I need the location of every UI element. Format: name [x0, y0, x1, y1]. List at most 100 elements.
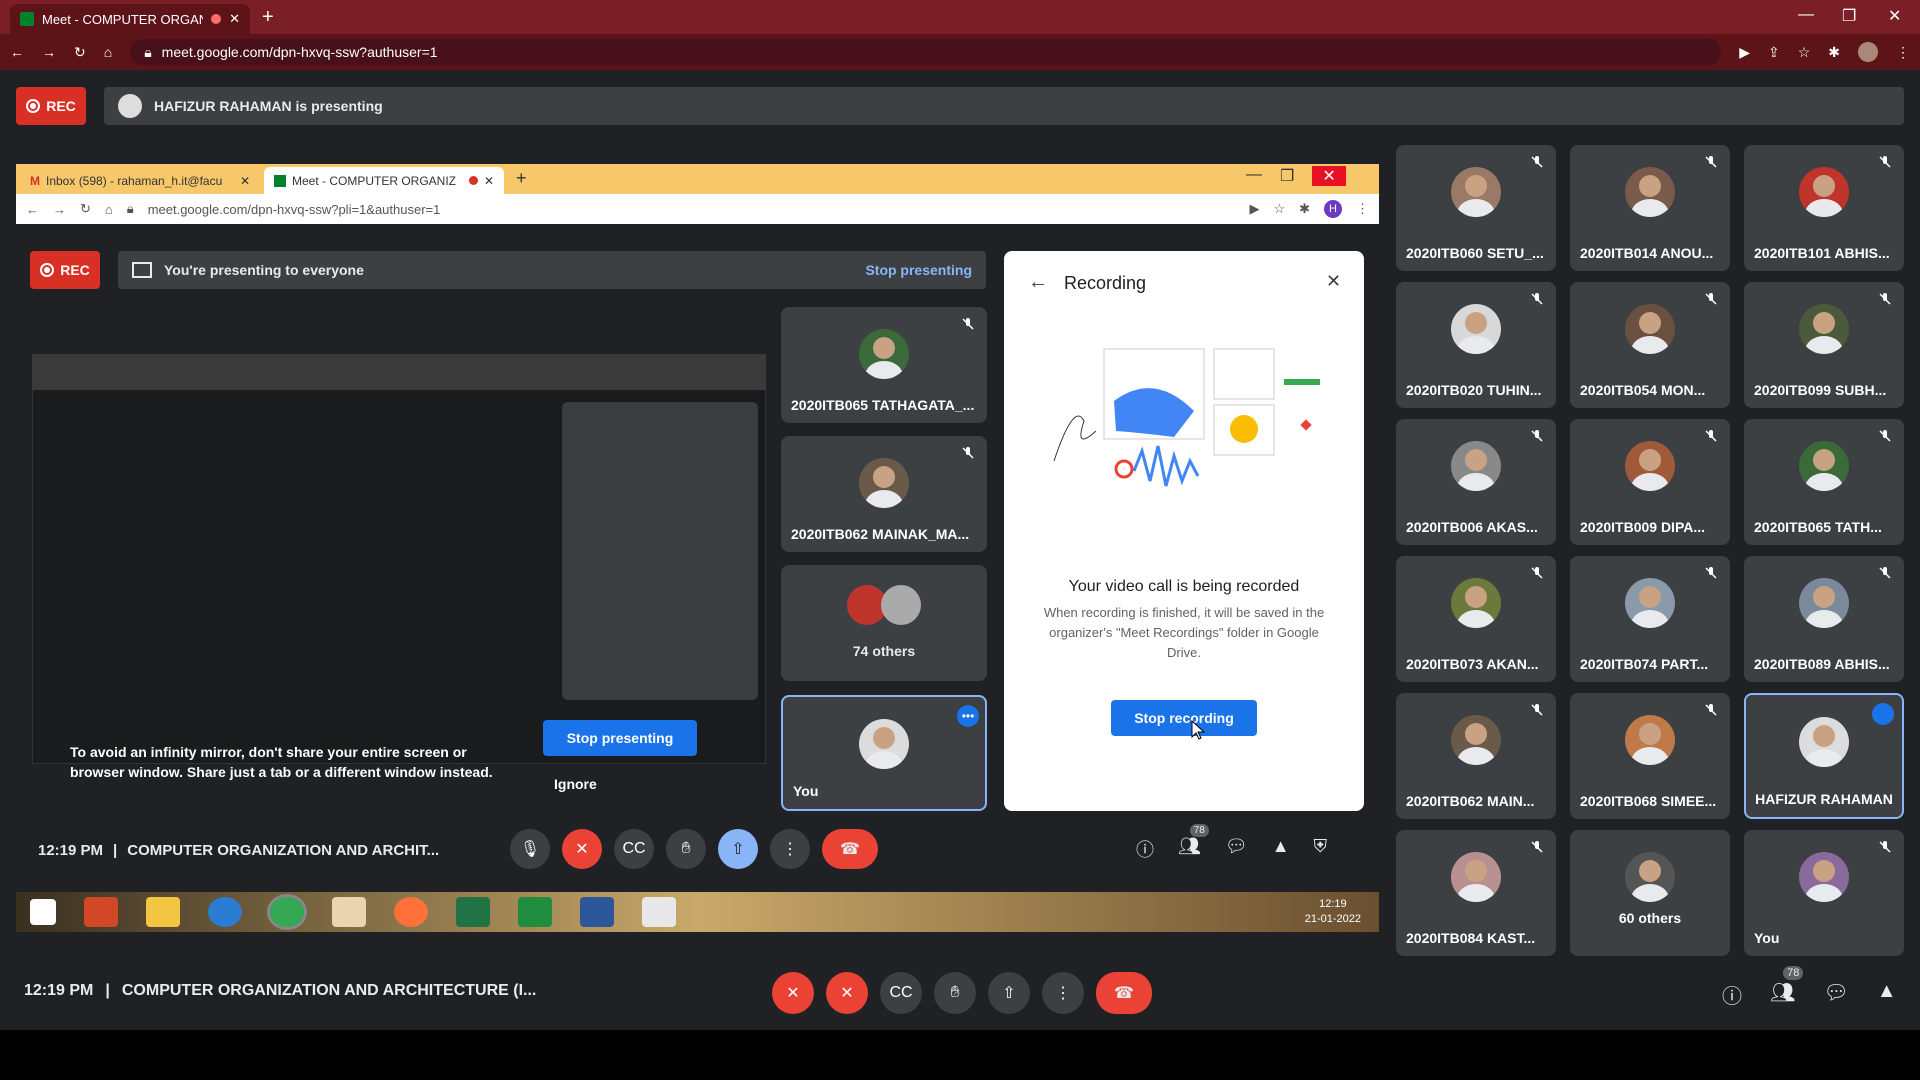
minimize-window-icon[interactable]: — [1246, 166, 1262, 186]
excel-icon[interactable] [456, 897, 490, 927]
people-icon[interactable]: 👥︎ 78 [1178, 824, 1209, 862]
chat-icon[interactable]: 💬︎ [1823, 980, 1848, 1009]
menu-icon[interactable]: ⋮ [1896, 44, 1910, 61]
others-tile[interactable]: 74 others [781, 565, 987, 681]
chrome-icon[interactable] [267, 894, 307, 930]
browser-tab-meet[interactable]: Meet - COMPUTER ORGANIZ ✕ [10, 4, 250, 34]
reload-icon[interactable]: ↻ [74, 44, 86, 61]
presenter-tile[interactable]: HAFIZUR RAHAMAN [1744, 693, 1904, 819]
inner-tab-gmail[interactable]: M Inbox (598) - rahaman_h.it@facu ✕ [20, 167, 260, 194]
participant-tile[interactable]: 2020ITB014 ANOU... [1570, 145, 1730, 271]
info-icon[interactable]: ⓘ [1136, 836, 1154, 862]
address-bar[interactable]: 🔒︎ meet.google.com/dpn-hxvq-ssw?authuser… [130, 39, 1722, 65]
chat-icon[interactable]: 💬︎ [1225, 836, 1248, 862]
host-controls-icon[interactable]: ⛨ [1314, 836, 1328, 862]
self-tile[interactable]: You [1744, 830, 1904, 956]
camera-icon[interactable]: ▶ [1249, 201, 1259, 217]
acrobat-icon[interactable] [642, 897, 676, 927]
word-icon[interactable] [580, 897, 614, 927]
store-icon[interactable] [518, 897, 552, 927]
extensions-icon[interactable]: ✱ [1299, 201, 1310, 217]
participant-tile[interactable]: 2020ITB062 MAINAK_MA... [781, 436, 987, 552]
participant-tile[interactable]: 2020ITB065 TATH... [1744, 419, 1904, 545]
menu-icon[interactable]: ⋮ [1356, 201, 1369, 217]
camera-off-button[interactable]: ✕ [562, 829, 602, 869]
others-tile[interactable]: 60 others [1570, 830, 1730, 956]
activities-icon[interactable]: ▲ [1877, 980, 1897, 1009]
forward-icon[interactable]: → [42, 44, 56, 60]
back-icon[interactable]: ← [10, 44, 24, 60]
presentation-app-icon[interactable] [332, 897, 366, 927]
internet-explorer-icon[interactable] [208, 897, 242, 927]
back-icon[interactable]: ← [26, 202, 39, 217]
extensions-icon[interactable]: ✱ [1828, 44, 1840, 61]
present-button[interactable]: ⇧ [718, 829, 758, 869]
camera-off-button[interactable]: ✕ [826, 972, 868, 1014]
muted-mic-icon [1878, 429, 1892, 443]
participant-tile[interactable]: 2020ITB099 SUBH... [1744, 282, 1904, 408]
participant-tile[interactable]: 2020ITB065 TATHAGATA_... [781, 307, 987, 423]
camera-icon[interactable]: ▶ [1739, 44, 1750, 61]
participant-tile[interactable]: 2020ITB062 MAIN... [1396, 693, 1556, 819]
restore-window-icon[interactable]: ❐ [1280, 166, 1294, 186]
more-options-icon[interactable]: ••• [957, 705, 979, 727]
leave-call-button[interactable]: ☎︎ [1096, 972, 1152, 1014]
mic-off-button[interactable]: ✕ [772, 972, 814, 1014]
participant-tile[interactable]: 2020ITB074 PART... [1570, 556, 1730, 682]
participant-tile[interactable]: 2020ITB060 SETU_... [1396, 145, 1556, 271]
mic-button[interactable]: 🎙︎ [510, 829, 550, 869]
participant-tile[interactable]: 2020ITB006 AKAS... [1396, 419, 1556, 545]
back-arrow-icon[interactable]: ← [1028, 271, 1048, 294]
present-icon: ⇧ [1002, 985, 1016, 1002]
participant-tile[interactable]: 2020ITB073 AKAN... [1396, 556, 1556, 682]
file-explorer-icon[interactable] [146, 897, 180, 927]
people-icon[interactable]: 👥︎ 78 [1770, 966, 1804, 1009]
more-options-button[interactable]: ⋮ [1042, 972, 1084, 1014]
participant-tile[interactable]: 2020ITB054 MON... [1570, 282, 1730, 408]
participant-tile[interactable]: 2020ITB068 SIMEE... [1570, 693, 1730, 819]
participant-tile[interactable]: 2020ITB089 ABHIS... [1744, 556, 1904, 682]
restore-window-icon[interactable]: ❐ [1842, 6, 1856, 26]
activities-icon[interactable]: ▲ [1272, 836, 1290, 862]
windows-start-icon[interactable] [30, 899, 56, 925]
raise-hand-button[interactable]: ✋︎ [666, 829, 706, 869]
inner-tab-meet[interactable]: Meet - COMPUTER ORGANIZ ✕ [264, 167, 504, 194]
close-window-icon[interactable]: ✕ [1312, 166, 1346, 186]
ignore-button[interactable]: Ignore [554, 776, 597, 792]
present-button[interactable]: ⇧ [988, 972, 1030, 1014]
self-tile[interactable]: ••• You [781, 695, 987, 811]
profile-avatar[interactable]: H [1324, 200, 1342, 218]
captions-button[interactable]: CC [614, 829, 654, 869]
stop-presenting-link[interactable]: Stop presenting [865, 262, 972, 278]
participant-tile[interactable]: 2020ITB009 DIPA... [1570, 419, 1730, 545]
participant-tile[interactable]: 2020ITB020 TUHIN... [1396, 282, 1556, 408]
raise-hand-button[interactable]: ✋︎ [934, 972, 976, 1014]
captions-button[interactable]: CC [880, 972, 922, 1014]
profile-avatar[interactable] [1858, 42, 1878, 62]
home-icon[interactable]: ⌂ [105, 202, 113, 217]
bookmark-star-icon[interactable]: ☆ [1273, 201, 1285, 217]
leave-call-button[interactable]: ☎︎ [822, 829, 878, 869]
stop-recording-button[interactable]: Stop recording [1111, 700, 1257, 736]
participant-tile[interactable]: 2020ITB101 ABHIS... [1744, 145, 1904, 271]
participant-tile[interactable]: 2020ITB084 KAST... [1396, 830, 1556, 956]
forward-icon[interactable]: → [53, 202, 66, 217]
more-options-button[interactable]: ⋮ [770, 829, 810, 869]
firefox-icon[interactable] [394, 897, 428, 927]
close-tab-icon[interactable]: ✕ [229, 11, 240, 27]
share-icon[interactable]: ⇪ [1768, 44, 1780, 61]
close-icon[interactable]: ✕ [1326, 271, 1341, 292]
close-tab-icon[interactable]: ✕ [240, 174, 250, 188]
reload-icon[interactable]: ↻ [80, 201, 91, 217]
info-icon[interactable]: ⓘ [1722, 980, 1742, 1009]
inner-url[interactable]: meet.google.com/dpn-hxvq-ssw?pli=1&authu… [148, 202, 1236, 217]
new-tab-icon[interactable]: + [262, 6, 274, 29]
close-tab-icon[interactable]: ✕ [484, 174, 494, 188]
new-tab-icon[interactable]: + [516, 168, 527, 189]
home-icon[interactable]: ⌂ [104, 44, 112, 60]
stop-presenting-button[interactable]: Stop presenting [543, 720, 697, 756]
bookmark-star-icon[interactable]: ☆ [1798, 44, 1811, 61]
powerpoint-viewer-icon[interactable] [84, 897, 118, 927]
minimize-window-icon[interactable]: — [1798, 6, 1814, 24]
close-window-icon[interactable]: ✕ [1888, 6, 1901, 26]
